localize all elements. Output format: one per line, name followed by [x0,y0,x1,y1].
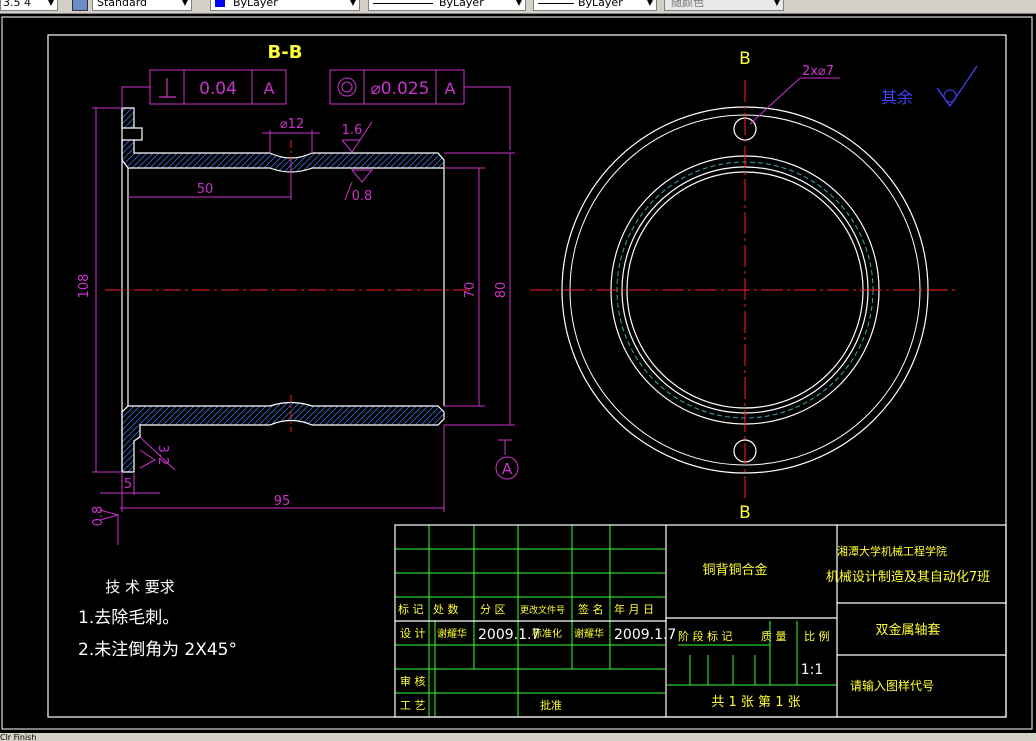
scale-value: 3.5 4 [3,0,31,9]
text-style-icon[interactable] [72,0,88,11]
text-style-value: Standard [97,0,148,9]
plotstyle-value: 随颜色 [671,0,704,9]
chevron-down-icon[interactable]: ▼ [647,0,653,10]
chevron-down-icon[interactable]: ▼ [48,0,54,10]
rough-0-8-top: 0.8 [352,189,373,204]
gdt-concentricity: ⌀0.025 A [329,69,511,150]
color-swatch-icon [215,0,225,7]
rough-1-6: 1.6 [342,123,363,138]
std-date: 2009.1.7 [614,627,676,643]
tech-line-2b: 为 2X45° [162,640,237,660]
scale-combo[interactable]: 3.5 4 ▼ [0,0,58,11]
gdt1-datum: A [264,79,275,98]
review-label: 审 核 [400,674,426,688]
dim-50: 50 [197,182,214,197]
stage-label: 阶 段 标 记 [678,629,733,643]
properties-toolbar: 3.5 4 ▼ Standard ▼ ByLayer ▼ ByLayer ▼ B… [0,0,1036,14]
drawing-code: 请输入图样代号 [850,678,934,693]
command-text: Clr Finish [0,733,37,741]
chevron-down-icon[interactable]: ▼ [182,0,188,10]
tech-requirements: 技 术 要求 1.去除毛刺。 2.未注倒角 为 2X45° [78,578,237,660]
part-name: 双金属轴套 [875,622,940,638]
material: 铜背铜合金 [702,562,767,578]
class-name: 机械设计制造及其自动化7班 [826,570,990,585]
color-combo[interactable]: ByLayer ▼ [210,0,360,11]
h-mark: 标 记 [398,602,424,616]
approve-label: 批准 [540,698,562,712]
h-zone: 分 区 [480,603,506,616]
design-date: 2009.1.7 [478,627,540,643]
perpendicular-icon [159,78,176,98]
rough-0-8-left: 0.8 [91,506,106,527]
designer-name: 谢耀华 [437,627,467,640]
std-name: 谢耀华 [574,627,604,640]
lineweight-value: ByLayer [578,0,623,9]
tech-title: 技 术 要求 [105,578,175,596]
process-label: 工 艺 [400,699,426,712]
text-style-combo[interactable]: Standard ▼ [92,0,192,11]
weight-label: 质 量 [761,630,787,643]
dim-70: 70 [463,282,478,299]
roughness-general-icon [936,65,978,108]
concentricity-icon [337,77,357,97]
sheets: 共 1 张 第 1 张 [711,695,800,710]
lineweight-sample-icon [538,3,574,4]
tech-line-2a: 2.未注倒角 [78,640,162,660]
h-docno: 更改文件号 [520,604,565,616]
plotstyle-combo[interactable]: 随颜色 ▼ [664,0,784,11]
tech-line-1: 1.去除毛刺。 [78,608,179,628]
h-sign: 签 名 [578,602,604,616]
linetype-combo[interactable]: ByLayer ▼ [368,0,526,11]
roughness-symbols [99,121,374,521]
command-line[interactable]: Clr Finish [0,733,1036,741]
chevron-down-icon[interactable]: ▼ [774,0,780,10]
chevron-down-icon[interactable]: ▼ [350,0,356,10]
h-date: 年 月 日 [614,602,654,616]
section-label-top: B [739,49,751,69]
drawing-canvas[interactable]: B-B 0.04 A ⌀0.025 A A ⌀12 50 108 70 80 5… [0,13,1036,733]
gdt-perpendicularity: 0.04 A [121,69,287,108]
title-block: 标 记 处 数 分 区 更改文件号 签 名 年 月 日 设 计 谢耀华 标准化 … [394,524,1007,718]
dimension-lines [92,107,515,545]
designer-label: 设 计 [400,627,426,640]
hole-dim: 2x⌀7 [802,64,834,79]
dim-108: 108 [77,274,92,299]
lineweight-combo[interactable]: ByLayer ▼ [533,0,657,11]
linetype-value: ByLayer [439,0,484,9]
dim-hole: ⌀12 [280,117,304,132]
chevron-down-icon[interactable]: ▼ [516,0,522,10]
dim-5: 5 [124,477,132,492]
scale-value: 1:1 [801,662,824,678]
section-view: B-B 0.04 A ⌀0.025 A A ⌀12 50 108 70 80 5… [77,42,519,545]
gdt2-datum: A [445,79,456,98]
end-view: 2x⌀7 B B 其余 [530,49,978,523]
section-title: B-B [268,42,303,63]
linetype-sample-icon [373,3,433,4]
scale-label: 比 例 [804,629,830,643]
remaining-text: 其余 [881,88,913,107]
section-label-bottom: B [739,503,751,523]
datum-a-label: A [502,460,513,478]
dim-95: 95 [274,494,291,509]
dim-80: 80 [494,282,509,299]
h-count: 处 数 [433,603,459,616]
gdt2-tolerance: ⌀0.025 [371,79,430,99]
color-value: ByLayer [233,0,278,9]
gdt1-tolerance: 0.04 [199,79,237,99]
rough-3-2: 3.2 [155,445,170,466]
school: 湘潭大学机械工程学院 [837,544,947,558]
